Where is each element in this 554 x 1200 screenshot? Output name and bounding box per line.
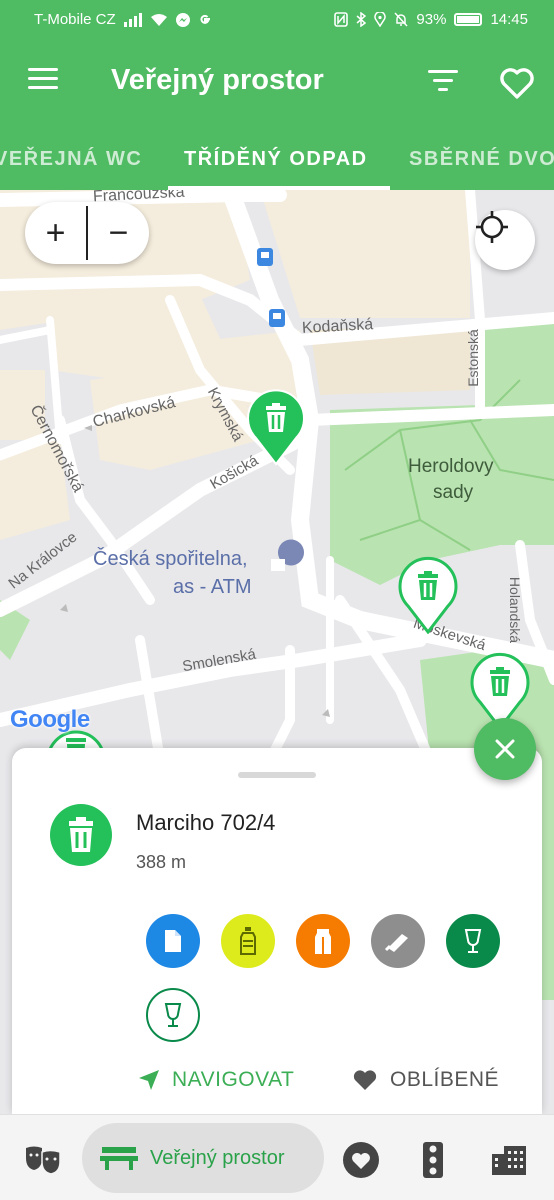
location-address: Marciho 702/4 [136,810,276,835]
navigate-label: NAVIGOVAT [172,1068,295,1091]
favorite-label: OBLÍBENÉ [390,1068,500,1091]
nav-public-space[interactable]: Veřejný prostor [82,1123,324,1193]
zoom-control: + − [25,202,149,264]
can-icon [371,914,425,968]
google-attribution: Google [10,706,90,734]
map-label-heroldovy: Heroldovy [408,456,494,477]
nfc-icon [334,12,349,27]
clear-glass-icon [146,988,200,1042]
map-label-kodanska: Kodaňská [301,316,374,337]
zoom-out-button[interactable]: − [88,202,149,264]
google-icon [200,14,210,24]
waste-bin-pin[interactable] [398,556,458,634]
navigation-arrow-icon [139,1070,159,1090]
tab-public-wc[interactable]: VEŘEJNÁ WC [0,148,142,171]
bottom-navigation: Veřejný prostor [0,1114,554,1200]
drag-handle[interactable] [238,772,316,778]
map-label-bank: Česká spořitelna, [93,548,248,570]
heart-icon [353,1070,377,1090]
page-title: Veřejný prostor [111,64,324,96]
location-distance: 388 m [136,852,187,872]
status-bar: T-Mobile CZ 93% 14:45 [0,0,554,38]
app-bar: Veřejný prostor [0,38,554,126]
my-location-button[interactable] [475,210,535,270]
battery-percent: 93% [416,11,447,28]
nav-buildings[interactable] [490,1141,528,1179]
nav-culture[interactable] [24,1141,62,1179]
city-buildings-icon [492,1146,526,1175]
carton-icon [296,914,350,968]
traffic-light-icon [423,1142,443,1178]
location-icon [374,12,387,27]
crosshair-icon [476,211,508,243]
mute-icon [394,12,408,27]
sheet-actions: NAVIGOVAT OBLÍBENÉ [138,1068,538,1098]
filter-icon[interactable] [428,70,458,94]
map-label-atm: as - ATM [173,576,252,598]
navigate-button[interactable]: NAVIGOVAT [138,1068,294,1092]
nav-favorites[interactable] [342,1141,380,1179]
zoom-in-button[interactable]: + [25,202,86,264]
menu-icon[interactable] [28,68,58,90]
map-label-estonska: Estonská [464,329,481,387]
google-logo-text: Google [10,706,90,733]
bench-icon [100,1147,138,1170]
map-label-holandska: Holandská [507,576,524,644]
map-label-sady: sady [433,482,474,503]
tab-sorted-waste[interactable]: TŘÍDĚNÝ ODPAD [184,148,368,171]
messenger-icon [175,12,190,27]
carrier-label: T-Mobile CZ [34,11,116,28]
nav-public-space-label: Veřejný prostor [150,1147,285,1169]
favorite-button[interactable]: OBLÍBENÉ [352,1068,499,1092]
bluetooth-icon [356,12,367,27]
battery-icon [454,13,483,26]
close-button[interactable] [474,718,536,780]
heart-circle-icon [343,1142,379,1178]
category-tabs: VEŘEJNÁ WC TŘÍDĚNÝ ODPAD SBĚRNÉ DVO [0,126,554,190]
nav-traffic[interactable] [414,1141,452,1179]
close-icon [495,739,515,759]
tab-collection-yard[interactable]: SBĚRNÉ DVO [409,148,554,171]
colored-glass-icon [446,914,500,968]
location-detail-sheet: Marciho 702/4 388 m NAVIGOVAT OBLÍBENÉ [12,748,542,1114]
favorites-icon[interactable] [498,66,536,100]
wifi-icon [150,13,167,26]
clock: 14:45 [490,11,528,28]
signal-icon [123,12,142,27]
bottle-icon [221,914,275,968]
paper-icon [146,914,200,968]
theater-masks-icon [26,1146,61,1175]
waste-bin-pin[interactable] [246,388,306,466]
waste-bin-icon [50,804,112,866]
